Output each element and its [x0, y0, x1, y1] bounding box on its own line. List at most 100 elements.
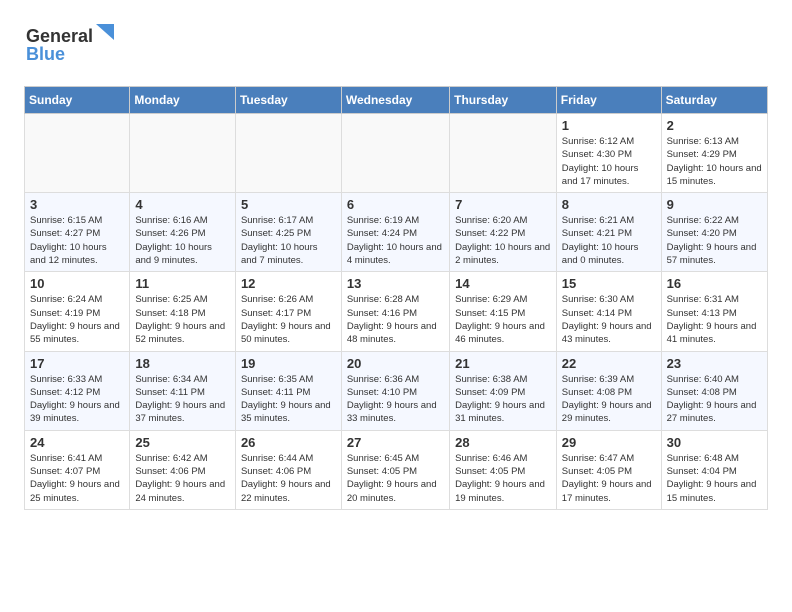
- day-number: 7: [455, 197, 551, 212]
- day-cell-16: 16 Sunrise: 6:31 AM Sunset: 4:13 PM Dayli…: [661, 272, 767, 351]
- day-number: 6: [347, 197, 444, 212]
- day-cell-1: 1 Sunrise: 6:12 AM Sunset: 4:30 PM Daylig…: [556, 114, 661, 193]
- day-info: Sunrise: 6:39 AM Sunset: 4:08 PM Dayligh…: [562, 373, 656, 426]
- empty-cell: [450, 114, 557, 193]
- day-info: Sunrise: 6:16 AM Sunset: 4:26 PM Dayligh…: [135, 214, 230, 267]
- day-info: Sunrise: 6:19 AM Sunset: 4:24 PM Dayligh…: [347, 214, 444, 267]
- day-info: Sunrise: 6:26 AM Sunset: 4:17 PM Dayligh…: [241, 293, 336, 346]
- day-number: 14: [455, 276, 551, 291]
- day-number: 11: [135, 276, 230, 291]
- day-number: 1: [562, 118, 656, 133]
- day-info: Sunrise: 6:47 AM Sunset: 4:05 PM Dayligh…: [562, 452, 656, 505]
- day-cell-17: 17 Sunrise: 6:33 AM Sunset: 4:12 PM Dayli…: [25, 351, 130, 430]
- day-info: Sunrise: 6:38 AM Sunset: 4:09 PM Dayligh…: [455, 373, 551, 426]
- week-row-5: 24Sunrise: 6:41 AM Sunset: 4:07 PM Dayli…: [25, 430, 768, 509]
- day-info: Sunrise: 6:15 AM Sunset: 4:27 PM Dayligh…: [30, 214, 124, 267]
- logo: General Blue: [24, 20, 134, 70]
- weekday-sunday: Sunday: [25, 87, 130, 114]
- day-number: 26: [241, 435, 336, 450]
- week-row-1: 1 Sunrise: 6:12 AM Sunset: 4:30 PM Daylig…: [25, 114, 768, 193]
- day-cell-12: 12 Sunrise: 6:26 AM Sunset: 4:17 PM Dayli…: [235, 272, 341, 351]
- day-number: 5: [241, 197, 336, 212]
- day-info: Sunrise: 6:46 AM Sunset: 4:05 PM Dayligh…: [455, 452, 551, 505]
- day-info: Sunrise: 6:35 AM Sunset: 4:11 PM Dayligh…: [241, 373, 336, 426]
- day-number: 22: [562, 356, 656, 371]
- calendar-table: SundayMondayTuesdayWednesdayThursdayFrid…: [24, 86, 768, 510]
- day-info: Sunrise: 6:48 AM Sunset: 4:04 PM Dayligh…: [667, 452, 762, 505]
- day-cell-27: 27Sunrise: 6:45 AM Sunset: 4:05 PM Dayli…: [341, 430, 449, 509]
- day-cell-9: 9 Sunrise: 6:22 AM Sunset: 4:20 PM Daylig…: [661, 193, 767, 272]
- day-number: 10: [30, 276, 124, 291]
- day-number: 30: [667, 435, 762, 450]
- day-info: Sunrise: 6:20 AM Sunset: 4:22 PM Dayligh…: [455, 214, 551, 267]
- page: General Blue SundayMondayTuesdayWednesda…: [0, 0, 792, 530]
- day-info: Sunrise: 6:12 AM Sunset: 4:30 PM Dayligh…: [562, 135, 656, 188]
- day-info: Sunrise: 6:21 AM Sunset: 4:21 PM Dayligh…: [562, 214, 656, 267]
- day-cell-7: 7 Sunrise: 6:20 AM Sunset: 4:22 PM Daylig…: [450, 193, 557, 272]
- day-cell-4: 4 Sunrise: 6:16 AM Sunset: 4:26 PM Daylig…: [130, 193, 236, 272]
- day-cell-20: 20Sunrise: 6:36 AM Sunset: 4:10 PM Dayli…: [341, 351, 449, 430]
- week-row-4: 17 Sunrise: 6:33 AM Sunset: 4:12 PM Dayli…: [25, 351, 768, 430]
- empty-cell: [341, 114, 449, 193]
- day-cell-28: 28 Sunrise: 6:46 AM Sunset: 4:05 PM Dayli…: [450, 430, 557, 509]
- day-info: Sunrise: 6:17 AM Sunset: 4:25 PM Dayligh…: [241, 214, 336, 267]
- day-cell-26: 26 Sunrise: 6:44 AM Sunset: 4:06 PM Dayli…: [235, 430, 341, 509]
- day-number: 23: [667, 356, 762, 371]
- day-number: 29: [562, 435, 656, 450]
- day-info: Sunrise: 6:44 AM Sunset: 4:06 PM Dayligh…: [241, 452, 336, 505]
- day-number: 28: [455, 435, 551, 450]
- day-cell-6: 6 Sunrise: 6:19 AM Sunset: 4:24 PM Daylig…: [341, 193, 449, 272]
- day-number: 12: [241, 276, 336, 291]
- day-info: Sunrise: 6:30 AM Sunset: 4:14 PM Dayligh…: [562, 293, 656, 346]
- day-info: Sunrise: 6:28 AM Sunset: 4:16 PM Dayligh…: [347, 293, 444, 346]
- header: General Blue: [24, 20, 768, 70]
- day-number: 3: [30, 197, 124, 212]
- day-cell-15: 15 Sunrise: 6:30 AM Sunset: 4:14 PM Dayli…: [556, 272, 661, 351]
- day-number: 19: [241, 356, 336, 371]
- day-info: Sunrise: 6:24 AM Sunset: 4:19 PM Dayligh…: [30, 293, 124, 346]
- week-row-2: 3 Sunrise: 6:15 AM Sunset: 4:27 PM Daylig…: [25, 193, 768, 272]
- day-info: Sunrise: 6:31 AM Sunset: 4:13 PM Dayligh…: [667, 293, 762, 346]
- day-number: 16: [667, 276, 762, 291]
- day-number: 15: [562, 276, 656, 291]
- day-info: Sunrise: 6:41 AM Sunset: 4:07 PM Dayligh…: [30, 452, 124, 505]
- day-cell-3: 3 Sunrise: 6:15 AM Sunset: 4:27 PM Daylig…: [25, 193, 130, 272]
- day-cell-30: 30 Sunrise: 6:48 AM Sunset: 4:04 PM Dayli…: [661, 430, 767, 509]
- day-number: 13: [347, 276, 444, 291]
- weekday-saturday: Saturday: [661, 87, 767, 114]
- day-cell-8: 8 Sunrise: 6:21 AM Sunset: 4:21 PM Daylig…: [556, 193, 661, 272]
- day-info: Sunrise: 6:22 AM Sunset: 4:20 PM Dayligh…: [667, 214, 762, 267]
- day-cell-5: 5 Sunrise: 6:17 AM Sunset: 4:25 PM Daylig…: [235, 193, 341, 272]
- day-cell-21: 21 Sunrise: 6:38 AM Sunset: 4:09 PM Dayli…: [450, 351, 557, 430]
- day-cell-24: 24Sunrise: 6:41 AM Sunset: 4:07 PM Dayli…: [25, 430, 130, 509]
- day-info: Sunrise: 6:29 AM Sunset: 4:15 PM Dayligh…: [455, 293, 551, 346]
- weekday-header-row: SundayMondayTuesdayWednesdayThursdayFrid…: [25, 87, 768, 114]
- day-cell-19: 19 Sunrise: 6:35 AM Sunset: 4:11 PM Dayli…: [235, 351, 341, 430]
- day-info: Sunrise: 6:36 AM Sunset: 4:10 PM Dayligh…: [347, 373, 444, 426]
- day-info: Sunrise: 6:25 AM Sunset: 4:18 PM Dayligh…: [135, 293, 230, 346]
- day-number: 2: [667, 118, 762, 133]
- day-number: 8: [562, 197, 656, 212]
- svg-text:Blue: Blue: [26, 44, 65, 64]
- day-number: 17: [30, 356, 124, 371]
- day-number: 18: [135, 356, 230, 371]
- day-info: Sunrise: 6:34 AM Sunset: 4:11 PM Dayligh…: [135, 373, 230, 426]
- weekday-wednesday: Wednesday: [341, 87, 449, 114]
- day-cell-11: 11 Sunrise: 6:25 AM Sunset: 4:18 PM Dayli…: [130, 272, 236, 351]
- day-number: 4: [135, 197, 230, 212]
- weekday-friday: Friday: [556, 87, 661, 114]
- day-number: 25: [135, 435, 230, 450]
- day-info: Sunrise: 6:33 AM Sunset: 4:12 PM Dayligh…: [30, 373, 124, 426]
- logo-svg: General Blue: [24, 20, 134, 70]
- day-number: 21: [455, 356, 551, 371]
- day-cell-13: 13 Sunrise: 6:28 AM Sunset: 4:16 PM Dayli…: [341, 272, 449, 351]
- day-cell-25: 25Sunrise: 6:42 AM Sunset: 4:06 PM Dayli…: [130, 430, 236, 509]
- weekday-thursday: Thursday: [450, 87, 557, 114]
- day-cell-18: 18 Sunrise: 6:34 AM Sunset: 4:11 PM Dayli…: [130, 351, 236, 430]
- day-cell-14: 14 Sunrise: 6:29 AM Sunset: 4:15 PM Dayli…: [450, 272, 557, 351]
- empty-cell: [25, 114, 130, 193]
- day-info: Sunrise: 6:13 AM Sunset: 4:29 PM Dayligh…: [667, 135, 762, 188]
- empty-cell: [130, 114, 236, 193]
- day-number: 9: [667, 197, 762, 212]
- day-cell-2: 2 Sunrise: 6:13 AM Sunset: 4:29 PM Daylig…: [661, 114, 767, 193]
